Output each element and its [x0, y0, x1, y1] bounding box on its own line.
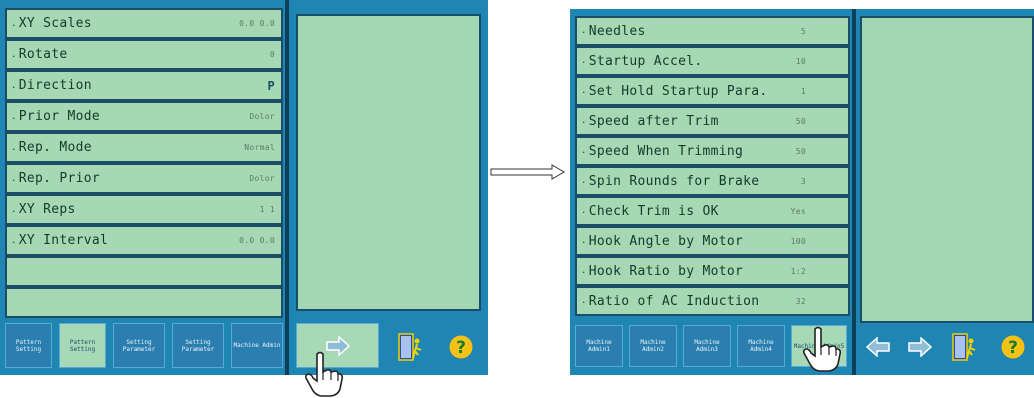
right-item-value: 1: [800, 86, 806, 96]
tab-machine-admin-4[interactable]: Machine Admin4: [737, 325, 785, 367]
right-item-value: 32: [795, 296, 806, 306]
left-item-value: 0.0 0.0: [239, 19, 275, 28]
left-param-list: . XY Scales 0.0 0.0 . Rotate 0 . Direction P .…: [5, 8, 283, 318]
exit-door-icon: [398, 333, 422, 361]
right-param-list: . Needles 5 . Startup Accel. 10 . Set Hold St…: [575, 16, 850, 316]
right-item-value: 10: [795, 56, 806, 66]
right-panel: . Needles 5 . Startup Accel. 10 . Set Hold St…: [570, 9, 1034, 375]
left-content-area: [296, 14, 481, 311]
svg-text:?: ?: [1008, 338, 1018, 358]
left-item-0[interactable]: . XY Scales 0.0 0.0: [5, 8, 283, 39]
right-item-label: Hook Angle by Motor: [588, 233, 744, 249]
arrow-right-icon: [908, 337, 933, 357]
left-item-9[interactable]: [5, 287, 283, 318]
prev-page-button[interactable]: [862, 330, 894, 364]
right-item-value: 100: [790, 236, 806, 246]
left-item-value: 0: [269, 50, 275, 59]
divider: [285, 0, 289, 375]
right-item-5[interactable]: . Spin Rounds for Brake 3: [575, 166, 850, 196]
divider: [852, 9, 856, 375]
left-item-value: Dolor: [249, 174, 275, 183]
right-item-value: 50: [795, 116, 806, 126]
right-item-value: 1:2: [790, 266, 806, 276]
right-item-value: 50: [795, 146, 806, 156]
right-content-area: [860, 16, 1034, 323]
tab-pattern-setting-active[interactable]: Pattern Setting: [59, 323, 106, 368]
help-icon: ?: [448, 334, 474, 360]
left-item-3[interactable]: . Prior Mode Dolor: [5, 101, 283, 132]
right-item-9[interactable]: . Ratio of AC Induction 32: [575, 286, 850, 316]
left-item-label: XY Interval: [18, 233, 109, 248]
left-item-value: 0.0 0.0: [239, 236, 275, 245]
tab-machine-admin[interactable]: Machine Admin: [231, 323, 283, 368]
right-item-label: Hook Ratio by Motor: [588, 263, 744, 279]
arrow-left-icon: [865, 337, 890, 357]
left-item-6[interactable]: . XY Reps 1 1: [5, 194, 283, 225]
left-item-4[interactable]: . Rep. Mode Normal: [5, 132, 283, 163]
exit-button[interactable]: [948, 328, 982, 366]
long-arrow-right-icon: [490, 164, 566, 180]
left-item-value: Normal: [244, 143, 275, 152]
right-item-label: Set Hold Startup Para.: [588, 83, 768, 99]
tab-machine-admin-2[interactable]: Machine Admin2: [629, 325, 677, 367]
right-item-label: Startup Accel.: [588, 53, 703, 69]
left-item-value: P: [267, 78, 275, 93]
left-item-label: Rep. Prior: [18, 171, 100, 186]
right-item-label: Needles: [588, 23, 646, 39]
right-item-label: Speed after Trim: [588, 113, 719, 129]
tab-machine-admin-1[interactable]: Machine Admin1: [575, 325, 623, 367]
left-item-7[interactable]: . XY Interval 0.0 0.0: [5, 225, 283, 256]
right-item-3[interactable]: . Speed after Trim 50: [575, 106, 850, 136]
next-page-button[interactable]: [904, 330, 936, 364]
right-item-4[interactable]: . Speed When Trimming 50: [575, 136, 850, 166]
svg-text:?: ?: [456, 338, 466, 358]
tab-machine-admin-3[interactable]: Machine Admin3: [683, 325, 731, 367]
left-item-2[interactable]: . Direction P: [5, 70, 283, 101]
right-item-0[interactable]: . Needles 5: [575, 16, 850, 46]
left-item-label: XY Scales: [18, 16, 92, 31]
left-item-value: Dolor: [249, 112, 275, 121]
right-item-1[interactable]: . Startup Accel. 10: [575, 46, 850, 76]
left-item-5[interactable]: . Rep. Prior Dolor: [5, 163, 283, 194]
right-item-8[interactable]: . Hook Ratio by Motor 1:2: [575, 256, 850, 286]
right-item-value: 3: [800, 176, 806, 186]
hand-pointer-icon: [796, 325, 844, 373]
help-button[interactable]: ?: [443, 328, 479, 366]
right-item-label: Speed When Trimming: [588, 143, 744, 159]
right-item-value: 5: [800, 26, 806, 36]
left-item-1[interactable]: . Rotate 0: [5, 39, 283, 70]
right-item-2[interactable]: . Set Hold Startup Para. 1: [575, 76, 850, 106]
right-item-label: Check Trim is OK: [588, 203, 719, 219]
left-item-label: Rep. Mode: [18, 140, 92, 155]
right-item-label: Spin Rounds for Brake: [588, 173, 760, 189]
left-item-label: Direction: [18, 78, 92, 93]
tab-setting-parameter[interactable]: Setting Parameter: [113, 323, 165, 368]
exit-button[interactable]: [393, 328, 429, 366]
right-item-value: Yes: [790, 206, 806, 216]
help-button[interactable]: ?: [996, 328, 1030, 366]
right-item-7[interactable]: . Hook Angle by Motor 100: [575, 226, 850, 256]
left-item-8[interactable]: [5, 256, 283, 287]
left-item-label: Prior Mode: [18, 109, 100, 124]
left-item-value: 1 1: [259, 205, 275, 214]
left-item-label: XY Reps: [18, 202, 76, 217]
tab-setting-parameter-2[interactable]: Setting Parameter: [172, 323, 224, 368]
left-item-label: Rotate: [18, 47, 68, 62]
right-item-6[interactable]: . Check Trim is OK Yes: [575, 196, 850, 226]
help-icon: ?: [1000, 334, 1026, 360]
exit-door-icon: [952, 333, 976, 361]
tab-pattern-setting[interactable]: Pattern Setting: [5, 323, 52, 368]
left-panel: . XY Scales 0.0 0.0 . Rotate 0 . Direction P .…: [0, 0, 488, 375]
right-item-label: Ratio of AC Induction: [588, 293, 760, 309]
hand-pointer-icon: [298, 350, 346, 398]
